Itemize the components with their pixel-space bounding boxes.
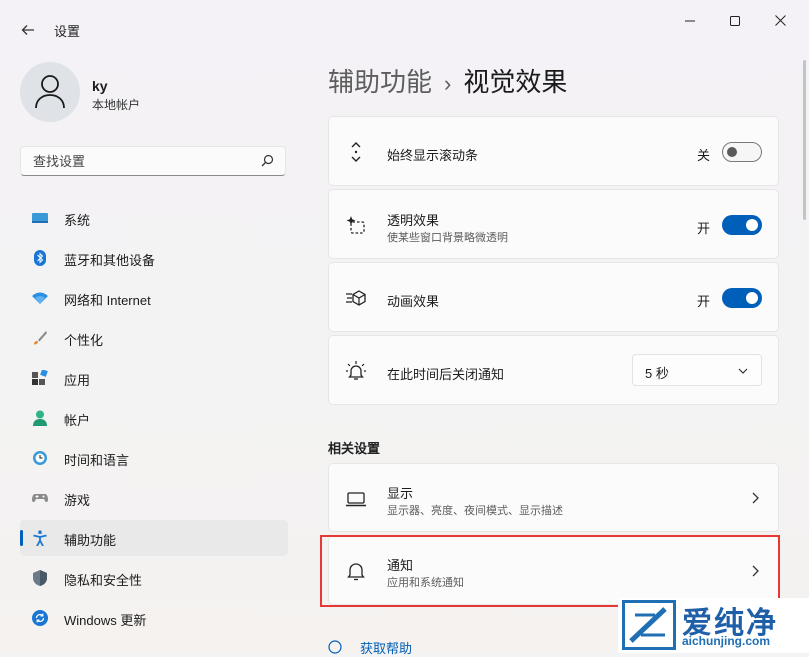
sidebar-item-apps[interactable]: 应用 xyxy=(20,360,288,396)
search-box[interactable] xyxy=(20,146,286,176)
motion-cube-icon xyxy=(346,290,366,306)
breadcrumb-separator: › xyxy=(444,71,452,96)
minimize-icon xyxy=(685,20,695,22)
scrollbars-toggle[interactable] xyxy=(722,142,762,162)
sidebar-item-label: 个性化 xyxy=(64,333,104,348)
apps-icon xyxy=(32,370,48,385)
sidebar-item-network[interactable]: 网络和 Internet xyxy=(20,280,288,316)
sidebar-item-gaming[interactable]: 游戏 xyxy=(20,480,288,516)
toggle-state-label: 开 xyxy=(696,294,710,309)
help-icon xyxy=(328,640,342,654)
setting-title: 显示 xyxy=(387,486,414,501)
get-help-link[interactable]: 获取帮助 xyxy=(360,638,412,657)
update-icon xyxy=(32,610,48,626)
sidebar-item-time-language[interactable]: 时间和语言 xyxy=(20,440,288,476)
sidebar-item-label: 帐户 xyxy=(64,413,91,428)
clock-globe-icon xyxy=(33,451,47,465)
gamepad-icon xyxy=(32,494,48,503)
animation-toggle[interactable] xyxy=(722,288,762,308)
watermark-logo xyxy=(622,600,676,650)
sidebar-item-system[interactable]: 系统 xyxy=(20,200,288,236)
setting-card-transparency: 透明效果 使某些窗口背景略微透明 开 xyxy=(328,189,779,259)
person-icon xyxy=(33,410,47,426)
avatar[interactable] xyxy=(20,62,80,122)
back-arrow-icon xyxy=(21,25,34,35)
shield-icon xyxy=(33,570,47,586)
setting-card-scrollbars: 始终显示滚动条 关 xyxy=(328,116,779,186)
close-icon xyxy=(774,15,786,26)
minimize-button[interactable] xyxy=(668,8,712,34)
sidebar-item-label: 蓝牙和其他设备 xyxy=(64,253,156,268)
sidebar-item-personalization[interactable]: 个性化 xyxy=(20,320,288,356)
setting-subtitle: 使某些窗口背景略微透明 xyxy=(387,232,508,244)
notification-timer-icon xyxy=(346,361,366,380)
sidebar-item-bluetooth[interactable]: 蓝牙和其他设备 xyxy=(20,240,288,276)
back-button[interactable] xyxy=(14,16,42,44)
scrollbar[interactable] xyxy=(803,60,806,220)
setting-title: 在此时间后关闭通知 xyxy=(387,367,505,382)
accessibility-icon xyxy=(33,530,47,546)
bluetooth-icon xyxy=(34,250,46,266)
setting-title: 始终显示滚动条 xyxy=(387,148,479,163)
sidebar-item-accounts[interactable]: 帐户 xyxy=(20,400,288,436)
sidebar-item-label: Windows 更新 xyxy=(64,613,147,628)
chevron-right-icon xyxy=(752,492,759,504)
toggle-state-label: 开 xyxy=(696,221,710,236)
brush-icon xyxy=(34,331,47,345)
sidebar-item-accessibility[interactable]: 辅助功能 xyxy=(20,520,288,556)
close-button[interactable] xyxy=(758,8,802,34)
monitor-icon xyxy=(32,213,48,223)
title-bar: 设置 xyxy=(0,0,809,58)
sidebar-item-privacy[interactable]: 隐私和安全性 xyxy=(20,560,288,596)
watermark-logo-icon xyxy=(629,607,667,643)
laptop-icon xyxy=(346,492,366,507)
wifi-icon xyxy=(32,292,48,304)
search-input[interactable] xyxy=(31,153,255,170)
app-title: 设置 xyxy=(54,24,81,39)
settings-window: 设置 ky 本地帐户 系统 蓝牙和其他设备 xyxy=(0,0,809,656)
maximize-icon xyxy=(730,16,740,26)
sidebar-item-windows-update[interactable]: Windows 更新 xyxy=(20,600,288,636)
setting-card-dismiss-notifications: 在此时间后关闭通知 5 秒 xyxy=(328,335,779,405)
page-title: 视觉效果 xyxy=(463,67,568,97)
sidebar-item-label: 隐私和安全性 xyxy=(64,573,143,588)
watermark-url: aichunjing.com xyxy=(682,634,771,648)
sidebar-nav: 系统 蓝牙和其他设备 网络和 Internet 个性化 应用 帐户 时间和语言 xyxy=(20,200,288,640)
breadcrumb-parent[interactable]: 辅助功能 xyxy=(328,67,432,97)
setting-title: 动画效果 xyxy=(387,294,440,309)
setting-subtitle: 显示器、亮度、夜间模式、显示描述 xyxy=(387,505,563,517)
related-card-display[interactable]: 显示 显示器、亮度、夜间模式、显示描述 xyxy=(328,463,779,532)
highlight-box xyxy=(320,535,780,607)
related-settings-heading: 相关设置 xyxy=(328,441,381,456)
setting-title: 透明效果 xyxy=(387,213,440,228)
scroll-arrows-icon xyxy=(351,142,361,162)
toggle-state-label: 关 xyxy=(696,148,710,163)
breadcrumb: 辅助功能 › 视觉效果 xyxy=(328,62,567,99)
search-icon[interactable] xyxy=(259,153,275,169)
sidebar-item-label: 网络和 Internet xyxy=(64,293,151,308)
transparency-toggle[interactable] xyxy=(722,215,762,235)
chevron-down-icon xyxy=(738,368,748,374)
sidebar-item-label: 时间和语言 xyxy=(64,453,130,468)
dropdown-value: 5 秒 xyxy=(645,366,669,381)
sidebar-item-label: 系统 xyxy=(64,213,91,228)
user-name: ky xyxy=(92,78,108,94)
setting-card-animation: 动画效果 开 xyxy=(328,262,779,332)
account-type: 本地帐户 xyxy=(92,98,141,112)
sidebar-item-label: 游戏 xyxy=(64,493,91,508)
maximize-button[interactable] xyxy=(713,8,757,34)
sparkle-window-icon xyxy=(346,216,365,234)
sidebar-item-label: 应用 xyxy=(64,373,91,388)
dismiss-time-dropdown[interactable]: 5 秒 xyxy=(632,354,762,386)
sidebar-item-label: 辅助功能 xyxy=(64,533,117,548)
watermark: 爱纯净 aichunjing.com xyxy=(618,598,809,653)
person-avatar-icon xyxy=(35,75,65,109)
